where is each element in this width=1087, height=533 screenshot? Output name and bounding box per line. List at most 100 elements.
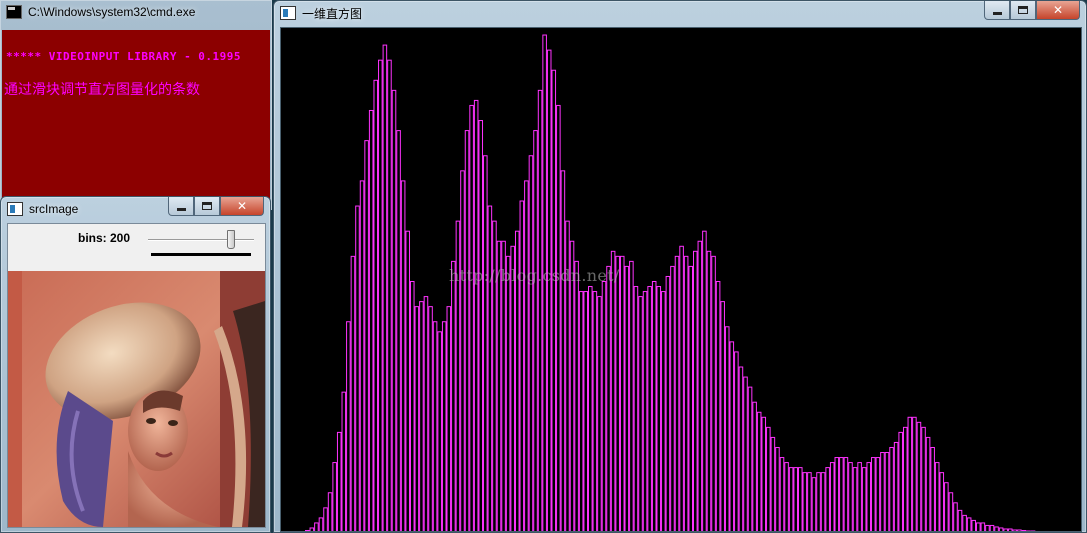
histogram-bar	[861, 467, 867, 531]
histogram-bar	[314, 522, 319, 531]
close-button[interactable]: ✕	[1036, 1, 1080, 20]
histogram-bar	[834, 457, 840, 531]
histogram-bar	[839, 457, 844, 531]
histogram-bar	[519, 200, 525, 531]
minimize-button[interactable]	[168, 197, 194, 216]
histogram-bar	[693, 250, 698, 531]
histogram-bar	[971, 519, 977, 531]
histogram-bar	[912, 416, 917, 531]
histogram-bar	[305, 529, 310, 531]
histogram-bar	[702, 230, 707, 531]
histogram-bar	[884, 452, 890, 531]
histogram-bar	[998, 527, 1004, 531]
histogram-bar	[770, 436, 776, 531]
minimize-button[interactable]	[984, 1, 1010, 20]
histogram-bar	[396, 130, 401, 531]
histogram-bar	[1012, 529, 1018, 531]
histogram-bar	[756, 411, 762, 531]
source-photo	[8, 271, 265, 527]
histogram-bar	[619, 255, 625, 531]
histogram-bar	[391, 89, 397, 531]
histogram-bar	[382, 44, 388, 531]
hist-window-controls: ✕	[984, 1, 1080, 20]
histogram-bar	[866, 462, 872, 531]
histogram-bar	[907, 416, 913, 531]
histogram-bar	[1035, 530, 1040, 531]
histogram-bar	[797, 467, 803, 531]
histogram-bar	[766, 426, 771, 531]
histogram-bar	[556, 104, 561, 531]
histogram-bar	[487, 205, 493, 531]
histogram-bar	[661, 291, 666, 531]
histogram-bar	[533, 130, 538, 531]
histogram-bar	[656, 286, 662, 531]
histogram-bar	[802, 472, 808, 531]
histogram-bar	[875, 457, 881, 531]
console-icon	[6, 5, 22, 19]
histogram-bar	[857, 462, 862, 531]
close-icon: ✕	[1052, 3, 1064, 17]
histogram-bar	[925, 436, 931, 531]
histogram-bar	[752, 401, 757, 531]
maximize-button[interactable]	[194, 197, 220, 216]
opencv-window-icon	[7, 202, 23, 216]
histogram-bar	[606, 265, 611, 531]
slider-base-line	[151, 253, 251, 256]
maximize-icon	[202, 202, 212, 210]
histogram-bar	[811, 477, 817, 531]
cmd-titlebar[interactable]: C:\Windows\system32\cmd.exe	[0, 0, 272, 24]
hist-titlebar[interactable]: 一维直方图	[274, 1, 1086, 25]
histogram-bar	[327, 492, 333, 531]
histogram-bar	[825, 467, 830, 531]
histogram-bar	[451, 260, 456, 531]
histogram-bar	[807, 472, 812, 531]
histogram-bar	[738, 366, 744, 531]
histogram-bar	[1026, 530, 1031, 531]
histogram-bar	[441, 321, 447, 531]
cmd-window[interactable]: C:\Windows\system32\cmd.exe ***** VIDEOI…	[0, 0, 272, 210]
slider-thumb[interactable]	[226, 230, 235, 249]
console-output[interactable]: ***** VIDEOINPUT LIBRARY - 0.1995 通过滑块调节…	[2, 30, 270, 210]
histogram-bar	[615, 255, 620, 531]
histogram-bar	[1030, 530, 1036, 531]
histogram-bar	[624, 265, 630, 531]
histogram-bar	[880, 452, 885, 531]
histogram-window[interactable]: 一维直方图 ✕ http://blog.csdn.net/	[273, 0, 1087, 533]
histogram-bar	[332, 462, 337, 531]
histogram-bar	[642, 291, 648, 531]
histogram-bar	[364, 140, 369, 531]
watermark-text: http://blog.csdn.net/	[449, 266, 620, 285]
histogram-chart	[305, 34, 1050, 531]
src-client-area: bins: 200	[7, 223, 266, 528]
histogram-bar	[962, 514, 967, 531]
histogram-bar	[483, 155, 488, 531]
src-title: srcImage	[29, 202, 79, 216]
histogram-bar	[679, 245, 684, 531]
cmd-title: C:\Windows\system32\cmd.exe	[28, 5, 196, 19]
histogram-bar	[930, 446, 935, 531]
histogram-bar	[706, 250, 712, 531]
histogram-bar	[473, 99, 479, 531]
src-image-window[interactable]: srcImage ✕ bins: 200	[0, 196, 271, 533]
histogram-bar	[715, 281, 721, 531]
histogram-bar	[378, 59, 383, 531]
histogram-bar	[948, 492, 954, 531]
maximize-button[interactable]	[1010, 1, 1036, 20]
close-button[interactable]: ✕	[220, 197, 264, 216]
histogram-bar	[341, 391, 347, 531]
histogram-bar	[944, 482, 949, 531]
histogram-bar	[478, 120, 484, 531]
histogram-bar	[729, 341, 735, 531]
histogram-bar	[734, 351, 739, 531]
slider-track[interactable]	[148, 239, 254, 241]
histogram-bar	[775, 446, 780, 531]
histogram-bar	[871, 457, 876, 531]
histogram-bar	[1044, 530, 1050, 531]
close-icon: ✕	[236, 199, 248, 213]
histogram-bar	[601, 281, 607, 531]
histogram-bar	[670, 265, 675, 531]
histogram-bar	[546, 49, 552, 531]
histogram-bar	[633, 286, 639, 531]
histogram-bar	[724, 326, 730, 531]
histogram-bar	[953, 502, 958, 531]
